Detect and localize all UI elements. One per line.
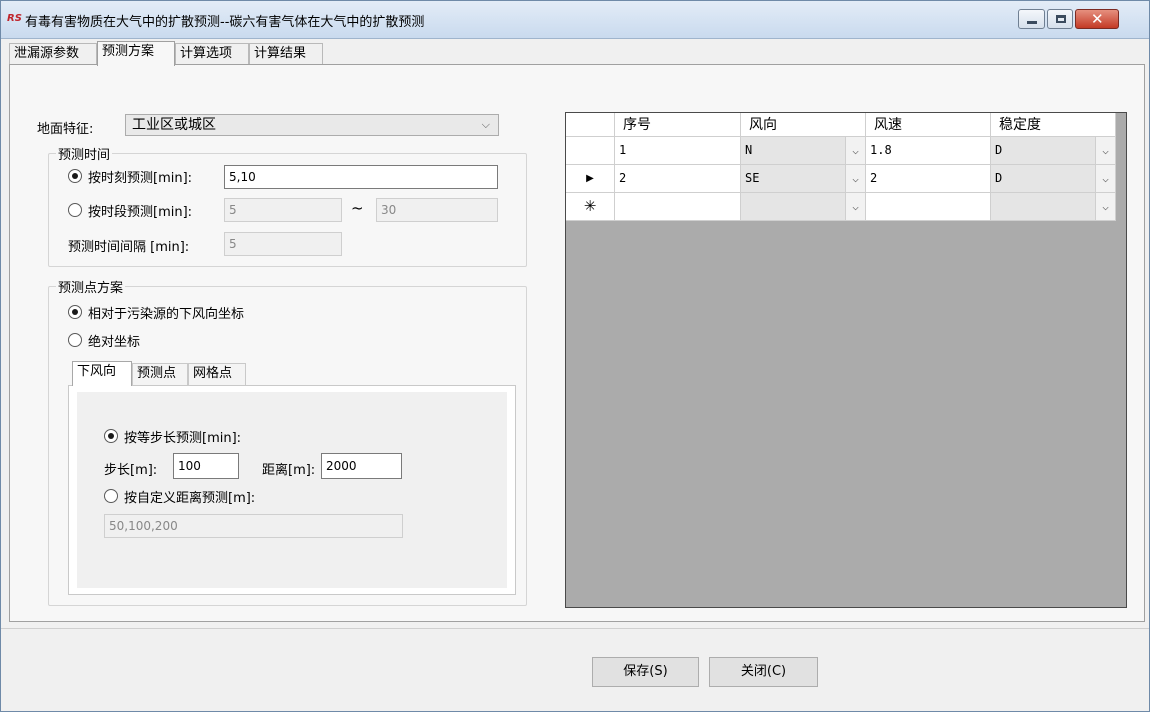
radio-relative-coords[interactable]	[68, 305, 82, 319]
point-plan-title: 预测点方案	[56, 277, 126, 296]
cell-no[interactable]: 1	[615, 137, 741, 165]
radio-by-period[interactable]	[68, 203, 82, 217]
chevron-down-icon[interactable]: ⌵	[845, 165, 865, 192]
distance-label: 距离[m]:	[262, 463, 316, 478]
cell-stability[interactable]: D ⌵	[991, 137, 1116, 165]
chevron-down-icon[interactable]: ⌵	[845, 193, 865, 220]
cell-direction[interactable]: ⌵	[741, 193, 866, 221]
custom-distance-label: 按自定义距离预测[m]:	[124, 491, 256, 506]
grid-corner	[566, 113, 615, 137]
period-from-input[interactable]: 5	[224, 198, 342, 222]
cell-speed[interactable]: 2	[866, 165, 991, 193]
close-icon: ✕	[1091, 10, 1104, 28]
app-icon: RS	[7, 13, 22, 24]
close-button[interactable]: 关闭(C)	[709, 657, 818, 687]
weather-grid: 序号 风向 风速 稳定度 1 N ⌵ 1.8 D ⌵ ▶ 2 SE ⌵ 2 D ⌵ ✳ …	[565, 112, 1127, 608]
tab-leak-source[interactable]: 泄漏源参数	[9, 43, 97, 65]
main-window: RS 有毒有害物质在大气中的扩散预测--碳六有害气体在大气中的扩散预测 ✕ 泄漏…	[0, 0, 1150, 712]
distance-input[interactable]: 2000	[321, 453, 402, 479]
tab-calc-results[interactable]: 计算结果	[249, 43, 323, 65]
subtab-grid-points[interactable]: 网格点	[188, 363, 246, 385]
new-row-icon[interactable]: ✳	[566, 193, 615, 221]
ground-label: 地面特征:	[37, 122, 94, 137]
period-tilde: ~	[351, 199, 364, 217]
title-bar: RS 有毒有害物质在大气中的扩散预测--碳六有害气体在大气中的扩散预测 ✕	[1, 1, 1149, 39]
column-header-speed[interactable]: 风速	[866, 113, 991, 137]
cell-direction[interactable]: SE ⌵	[741, 165, 866, 193]
column-header-stability[interactable]: 稳定度	[991, 113, 1116, 137]
column-header-direction[interactable]: 风向	[741, 113, 866, 137]
step-input[interactable]: 100	[173, 453, 239, 479]
forecast-time-title: 预测时间	[56, 144, 113, 163]
subtab-forecast-points[interactable]: 预测点	[132, 363, 188, 385]
period-to-input[interactable]: 30	[376, 198, 498, 222]
ground-select[interactable]: 工业区或城区 ⌵	[125, 114, 499, 136]
cell-stability[interactable]: ⌵	[991, 193, 1116, 221]
cell-speed[interactable]	[866, 193, 991, 221]
step-label: 步长[m]:	[104, 463, 158, 478]
custom-distance-input[interactable]: 50,100,200	[104, 514, 403, 538]
by-period-label: 按时段预测[min]:	[88, 205, 193, 220]
absolute-coords-label: 绝对坐标	[88, 335, 141, 350]
ground-select-value: 工业区或城区	[132, 117, 216, 133]
chevron-down-icon[interactable]: ⌵	[1095, 165, 1115, 192]
cell-no[interactable]: 2	[615, 165, 741, 193]
column-header-no[interactable]: 序号	[615, 113, 741, 137]
radio-equal-step[interactable]	[104, 429, 118, 443]
cell-speed[interactable]: 1.8	[866, 137, 991, 165]
tab-calc-options[interactable]: 计算选项	[175, 43, 249, 65]
by-moment-input[interactable]: 5,10	[224, 165, 498, 189]
separator	[1, 628, 1149, 629]
interval-input[interactable]: 5	[224, 232, 342, 256]
current-row-icon[interactable]: ▶	[566, 165, 615, 193]
cell-stability[interactable]: D ⌵	[991, 165, 1116, 193]
maximize-icon	[1056, 15, 1066, 23]
chevron-down-icon[interactable]: ⌵	[1095, 137, 1115, 164]
row-header[interactable]	[566, 137, 615, 165]
chevron-down-icon: ⌵	[481, 118, 490, 131]
by-moment-label: 按时刻预测[min]:	[88, 171, 193, 186]
cell-direction[interactable]: N ⌵	[741, 137, 866, 165]
window-title: 有毒有害物质在大气中的扩散预测--碳六有害气体在大气中的扩散预测	[25, 15, 425, 30]
cell-no[interactable]	[615, 193, 741, 221]
radio-absolute-coords[interactable]	[68, 333, 82, 347]
close-window-button[interactable]: ✕	[1075, 9, 1119, 29]
save-button[interactable]: 保存(S)	[592, 657, 699, 687]
minimize-icon	[1027, 21, 1037, 24]
chevron-down-icon[interactable]: ⌵	[1095, 193, 1115, 220]
maximize-button[interactable]	[1047, 9, 1073, 29]
equal-step-label: 按等步长预测[min]:	[124, 431, 242, 446]
relative-coords-label: 相对于污染源的下风向坐标	[88, 307, 245, 322]
radio-by-moment[interactable]	[68, 169, 82, 183]
chevron-down-icon[interactable]: ⌵	[845, 137, 865, 164]
tab-forecast-plan[interactable]: 预测方案	[97, 41, 175, 66]
subtab-downwind[interactable]: 下风向	[72, 361, 132, 386]
radio-custom-distance[interactable]	[104, 489, 118, 503]
minimize-button[interactable]	[1018, 9, 1045, 29]
interval-label: 预测时间间隔 [min]:	[68, 240, 190, 255]
